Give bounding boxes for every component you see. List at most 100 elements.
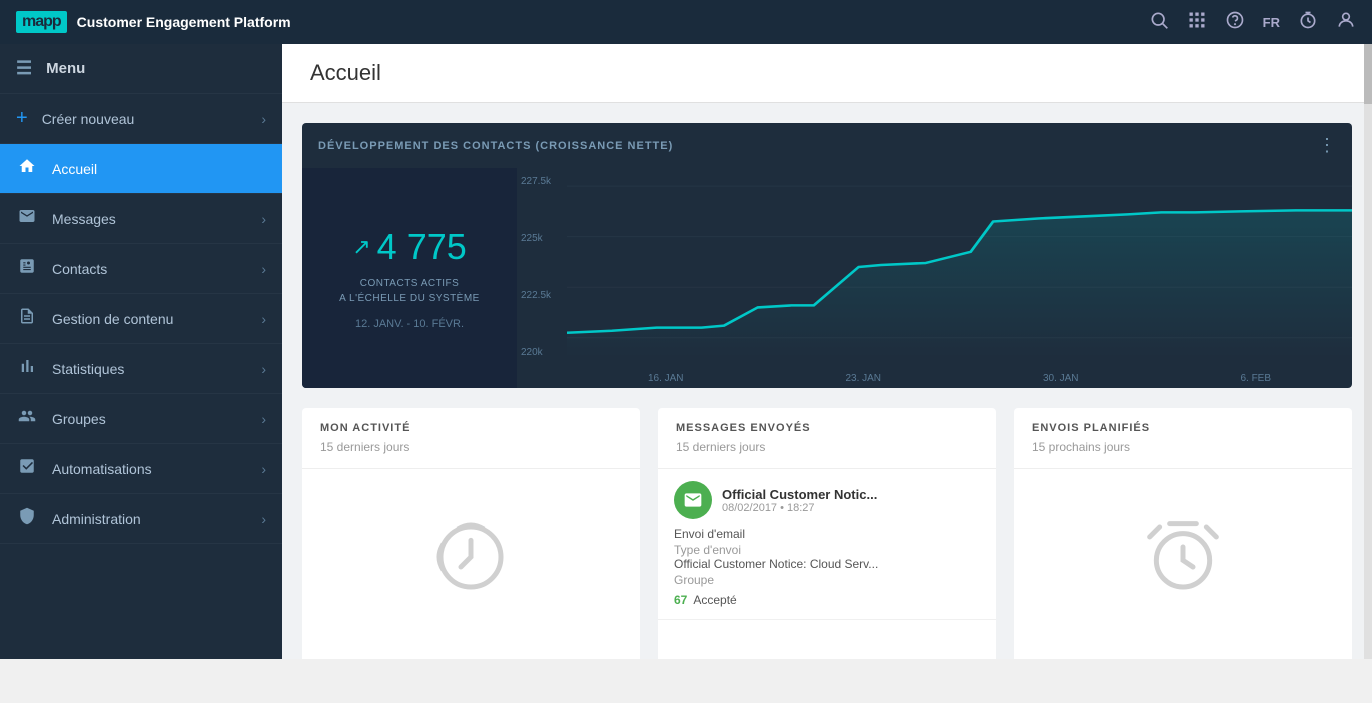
chart-body: ↗ 4 775 CONTACTS ACTIFSA L'ÉCHELLE DU SY…: [302, 168, 1352, 388]
clock-icon: [431, 517, 511, 602]
message-item: Official Customer Notic... 08/02/2017 • …: [658, 469, 996, 620]
main-content: Accueil DÉVELOPPEMENT DES CONTACTS (CROI…: [282, 44, 1372, 659]
content-icon: [16, 307, 38, 330]
y-label: 222.5k: [521, 290, 551, 301]
chart-stat-value: ↗ 4 775: [352, 226, 467, 268]
chart-menu-button[interactable]: ⋮: [1318, 135, 1336, 156]
mapp-wordmark: mapp: [16, 11, 67, 33]
card-subtitle: 15 prochains jours: [1032, 440, 1334, 454]
sidebar-item-label: Automatisations: [52, 461, 247, 477]
stats-icon: [16, 357, 38, 380]
sidebar-item-label: Créer nouveau: [42, 111, 248, 127]
card-title: MON ACTIVITÉ: [320, 422, 622, 434]
topnav: mapp Customer Engagement Platform FR: [0, 0, 1372, 44]
card-header: ENVOIS PLANIFIÉS 15 prochains jours: [1014, 408, 1352, 469]
contacts-icon: [16, 257, 38, 280]
dashboard: DÉVELOPPEMENT DES CONTACTS (CROISSANCE N…: [282, 103, 1372, 659]
page-title: Accueil: [310, 60, 1344, 86]
page-header: Accueil: [282, 44, 1372, 103]
card-header: MESSAGES ENVOYÉS 15 derniers jours: [658, 408, 996, 469]
sidebar-item-automatisations[interactable]: Automatisations ›: [0, 444, 282, 494]
automation-icon: [16, 457, 38, 480]
hamburger-icon: ☰: [16, 58, 32, 79]
chart-title: DÉVELOPPEMENT DES CONTACTS (CROISSANCE N…: [318, 140, 673, 152]
sidebar-item-creer-nouveau[interactable]: + Créer nouveau ›: [0, 94, 282, 144]
sidebar-item-administration[interactable]: Administration ›: [0, 494, 282, 544]
message-group-sub: Groupe: [674, 573, 980, 587]
sidebar-item-messages[interactable]: Messages ›: [0, 194, 282, 244]
contacts-chart-card: DÉVELOPPEMENT DES CONTACTS (CROISSANCE N…: [302, 123, 1352, 388]
card-subtitle: 15 derniers jours: [676, 440, 978, 454]
sidebar-item-label: Accueil: [52, 161, 266, 177]
card-body: Official Customer Notic... 08/02/2017 • …: [658, 469, 996, 649]
card-subtitle: 15 derniers jours: [320, 440, 622, 454]
help-icon[interactable]: [1225, 10, 1245, 35]
stat-label: Accepté: [693, 593, 736, 607]
chevron-right-icon: ›: [261, 511, 266, 527]
cards-row: MON ACTIVITÉ 15 derniers jours: [302, 408, 1352, 659]
line-chart-svg: [567, 176, 1352, 358]
app-title: Customer Engagement Platform: [77, 14, 291, 30]
chevron-right-icon: ›: [261, 211, 266, 227]
search-icon[interactable]: [1149, 10, 1169, 35]
language-selector[interactable]: FR: [1263, 15, 1280, 30]
sidebar-item-accueil[interactable]: Accueil: [0, 144, 282, 194]
chart-stat-panel: ↗ 4 775 CONTACTS ACTIFSA L'ÉCHELLE DU SY…: [302, 168, 517, 388]
sidebar-item-label: Gestion de contenu: [52, 311, 247, 327]
chevron-right-icon: ›: [261, 261, 266, 277]
x-label: 23. JAN: [845, 373, 881, 384]
card-body: [1014, 469, 1352, 649]
grid-icon[interactable]: [1187, 10, 1207, 35]
message-send-type: Envoi d'email: [674, 527, 980, 541]
sidebar-item-groupes[interactable]: Groupes ›: [0, 394, 282, 444]
sidebar-item-label: Contacts: [52, 261, 247, 277]
message-date: 08/02/2017 • 18:27: [722, 502, 980, 514]
menu-label: Menu: [46, 60, 85, 77]
chevron-right-icon: ›: [261, 111, 266, 127]
scroll-thumb[interactable]: [1364, 44, 1372, 104]
scrollbar[interactable]: [1364, 44, 1372, 659]
chart-header: DÉVELOPPEMENT DES CONTACTS (CROISSANCE N…: [302, 123, 1352, 168]
message-send-type-sub: Type d'envoi: [674, 543, 980, 557]
card-title: ENVOIS PLANIFIÉS: [1032, 422, 1334, 434]
card-title: MESSAGES ENVOYÉS: [676, 422, 978, 434]
y-label: 225k: [521, 233, 543, 244]
sidebar-item-statistiques[interactable]: Statistiques ›: [0, 344, 282, 394]
groups-icon: [16, 407, 38, 430]
app-logo: mapp Customer Engagement Platform: [16, 11, 1137, 33]
topnav-icons: FR: [1149, 10, 1356, 35]
message-group: Official Customer Notice: Cloud Serv...: [674, 557, 980, 571]
group-label: Official Customer Notice: Cloud Serv...: [674, 557, 878, 571]
sidebar-item-label: Administration: [52, 511, 247, 527]
y-label: 220k: [521, 347, 543, 358]
admin-icon: [16, 507, 38, 530]
chevron-right-icon: ›: [261, 361, 266, 377]
chevron-right-icon: ›: [261, 311, 266, 327]
chart-graph-area: 227.5k 225k 222.5k 220k: [517, 168, 1352, 388]
mon-activite-card: MON ACTIVITÉ 15 derniers jours: [302, 408, 640, 659]
timer-icon[interactable]: [1298, 10, 1318, 35]
message-meta: Official Customer Notic... 08/02/2017 • …: [722, 487, 980, 514]
messages-envoyes-card: MESSAGES ENVOYÉS 15 derniers jours: [658, 408, 996, 659]
messages-icon: [16, 207, 38, 230]
sidebar-menu-toggle[interactable]: ☰ Menu: [0, 44, 282, 94]
user-icon[interactable]: [1336, 10, 1356, 35]
message-stats: 67 Accepté: [674, 593, 980, 607]
alarm-clock-icon: [1143, 517, 1223, 602]
app-layout: ☰ Menu + Créer nouveau › Accueil: [0, 44, 1372, 659]
x-label: 30. JAN: [1043, 373, 1079, 384]
chevron-right-icon: ›: [261, 411, 266, 427]
sidebar-item-contacts[interactable]: Contacts ›: [0, 244, 282, 294]
message-item-header: Official Customer Notic... 08/02/2017 • …: [674, 481, 980, 519]
sidebar-item-gestion-contenu[interactable]: Gestion de contenu ›: [0, 294, 282, 344]
envois-planifies-card: ENVOIS PLANIFIÉS 15 prochains jours: [1014, 408, 1352, 659]
sidebar-item-label: Groupes: [52, 411, 247, 427]
card-header: MON ACTIVITÉ 15 derniers jours: [302, 408, 640, 469]
card-body: [302, 469, 640, 649]
send-type-label: Envoi d'email: [674, 527, 745, 541]
x-label: 6. FEB: [1240, 373, 1271, 384]
y-label: 227.5k: [521, 176, 551, 187]
home-icon: [16, 157, 38, 180]
chart-date-range: 12. JANV. - 10. FÉVR.: [355, 318, 464, 330]
sidebar: ☰ Menu + Créer nouveau › Accueil: [0, 44, 282, 659]
